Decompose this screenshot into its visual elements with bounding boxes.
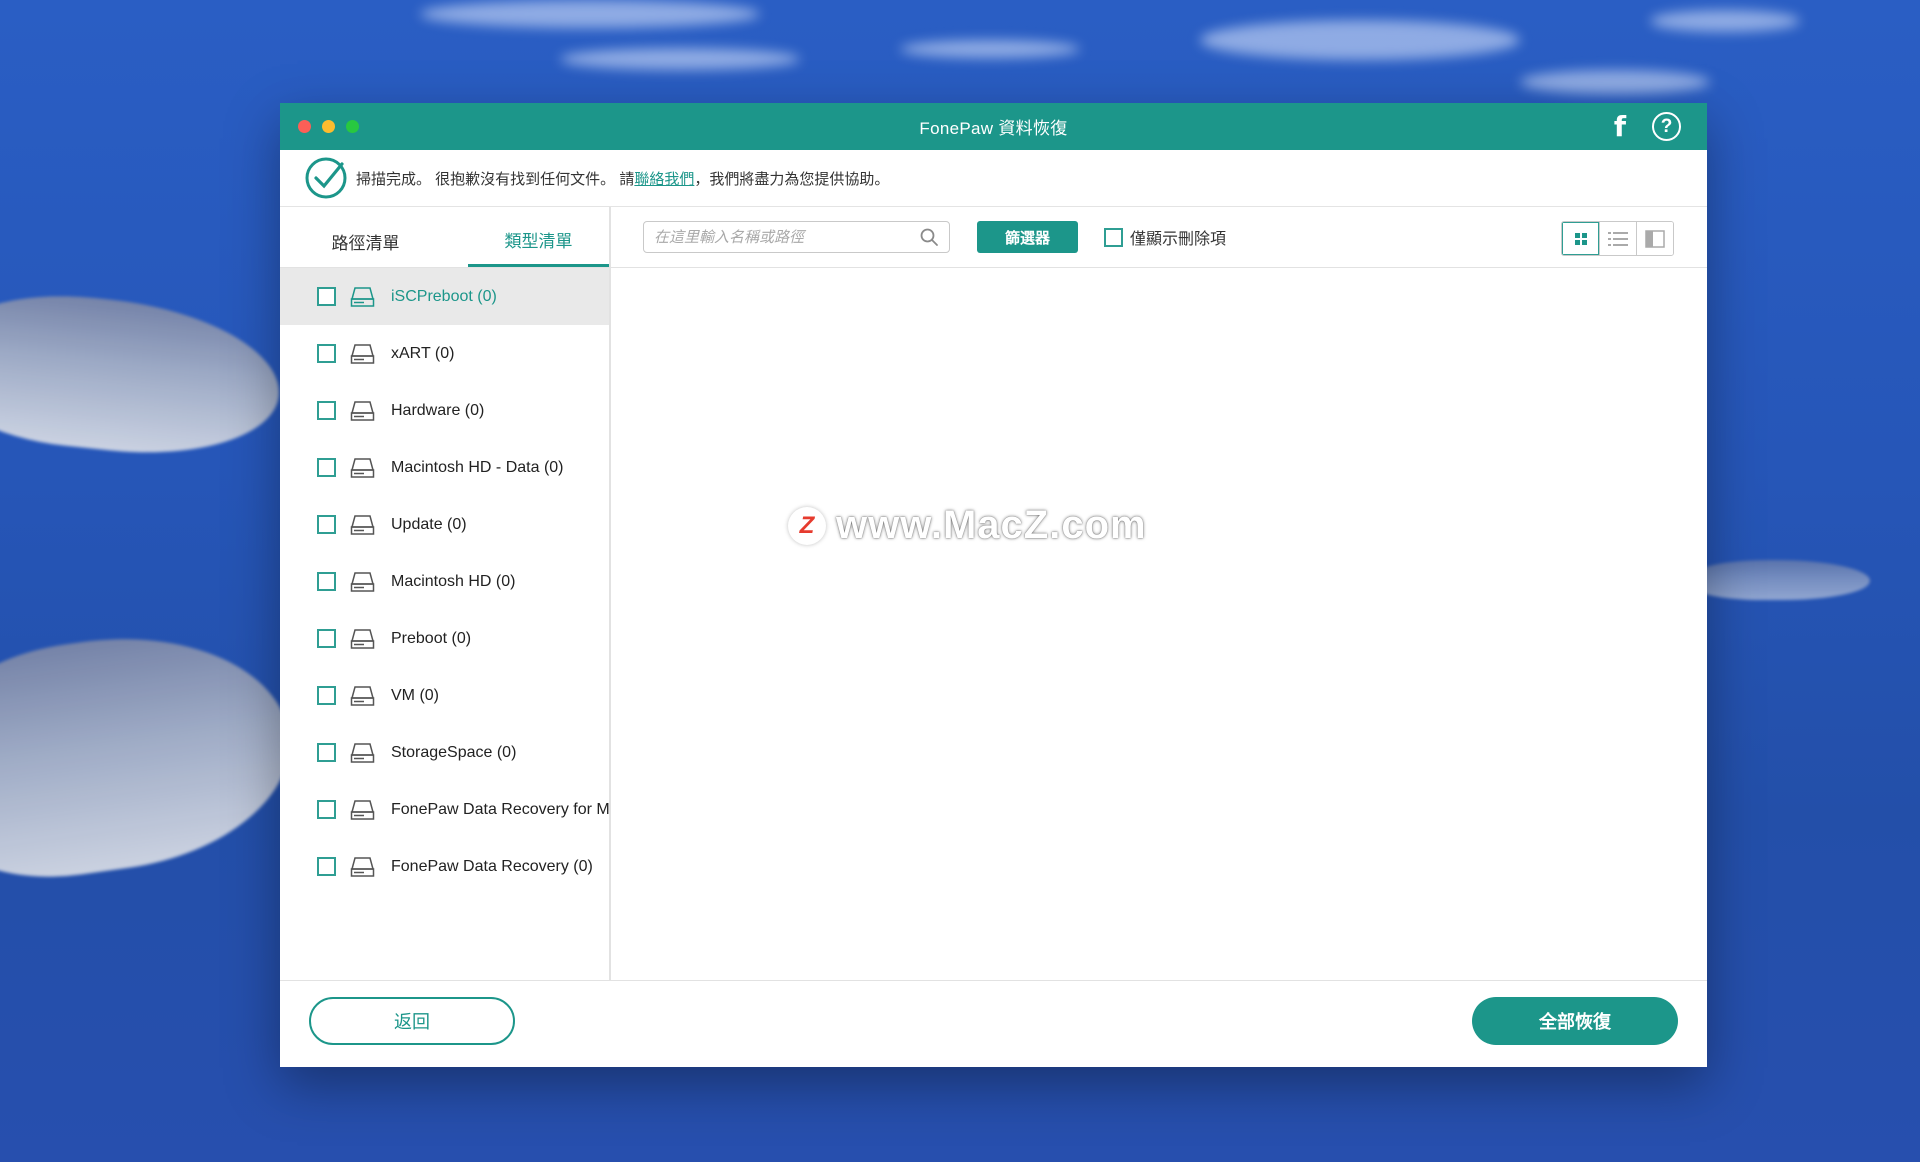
- hard-drive-icon: [350, 856, 375, 877]
- drive-label: Macintosh HD (0): [391, 572, 516, 590]
- app-window: FonePaw 資料恢復 f ? 掃描完成。 很抱歉沒有找到任何文件。 請聯絡我…: [280, 103, 1707, 1067]
- drive-checkbox[interactable]: [317, 344, 336, 363]
- drive-list-item[interactable]: FonePaw Data Recovery for M: [280, 781, 609, 838]
- search-box[interactable]: [643, 221, 950, 253]
- notice-text-after: ，我們將盡力為您提供協助。: [694, 170, 890, 188]
- detail-view-button[interactable]: [1636, 222, 1673, 255]
- drive-label: FonePaw Data Recovery for M: [391, 800, 609, 818]
- search-input[interactable]: [654, 228, 919, 246]
- grid-view-button[interactable]: [1562, 222, 1599, 255]
- drive-label: Preboot (0): [391, 629, 472, 647]
- drive-checkbox[interactable]: [317, 458, 336, 477]
- hard-drive-icon: [350, 799, 375, 820]
- drive-label: Hardware (0): [391, 401, 485, 419]
- drive-list-item[interactable]: Hardware (0): [280, 382, 609, 439]
- drive-list-item[interactable]: xART (0): [280, 325, 609, 382]
- watermark: Z www.MacZ.com: [788, 503, 1147, 548]
- title-bar: FonePaw 資料恢復 f ?: [280, 103, 1707, 150]
- only-deleted-checkbox[interactable]: [1104, 227, 1123, 247]
- watermark-text: www.MacZ.com: [836, 503, 1147, 547]
- back-button[interactable]: 返回: [309, 997, 515, 1045]
- hard-drive-icon: [350, 685, 375, 706]
- drive-list-item[interactable]: VM (0): [280, 667, 609, 724]
- drive-checkbox[interactable]: [317, 857, 336, 876]
- only-deleted-label: 僅顯示刪除項: [1130, 231, 1227, 248]
- tab-type-list[interactable]: 類型清單: [467, 207, 609, 267]
- check-circle-icon: [305, 157, 347, 199]
- minimize-window-button[interactable]: [322, 120, 335, 133]
- hard-drive-icon: [350, 343, 375, 364]
- drive-list-item[interactable]: Update (0): [280, 496, 609, 553]
- drive-label: Macintosh HD - Data (0): [391, 458, 564, 476]
- drive-label: VM (0): [391, 686, 439, 704]
- notice-text-before: 掃描完成。 很抱歉沒有找到任何文件。 請: [356, 170, 635, 188]
- grid-icon: [1574, 232, 1587, 245]
- drive-list-item[interactable]: Macintosh HD (0): [280, 553, 609, 610]
- file-preview-area: 篩選器 僅顯示刪除項: [611, 207, 1707, 980]
- search-icon[interactable]: [919, 227, 939, 247]
- drive-checkbox[interactable]: [317, 800, 336, 819]
- drive-list: iSCPreboot (0) xART (0) Hardware (0) Macint…: [280, 268, 609, 895]
- sidebar-tabs: 路徑清單 類型清單: [280, 207, 609, 268]
- drive-list-item[interactable]: Macintosh HD - Data (0): [280, 439, 609, 496]
- help-icon[interactable]: ?: [1652, 112, 1681, 141]
- facebook-icon[interactable]: f: [1608, 112, 1632, 141]
- list-view-button[interactable]: [1599, 222, 1636, 255]
- hard-drive-icon: [350, 571, 375, 592]
- hard-drive-icon: [350, 628, 375, 649]
- hard-drive-icon: [350, 514, 375, 535]
- drive-checkbox[interactable]: [317, 515, 336, 534]
- drive-label: FonePaw Data Recovery (0): [391, 857, 593, 875]
- drive-list-item[interactable]: FonePaw Data Recovery (0): [280, 838, 609, 895]
- window-controls: [298, 120, 359, 133]
- drive-checkbox[interactable]: [317, 629, 336, 648]
- detail-view-icon: [1645, 229, 1665, 248]
- drive-checkbox[interactable]: [317, 401, 336, 420]
- drive-checkbox[interactable]: [317, 287, 336, 306]
- close-window-button[interactable]: [298, 120, 311, 133]
- drive-checkbox[interactable]: [317, 686, 336, 705]
- hard-drive-icon: [350, 742, 375, 763]
- drive-label: xART (0): [391, 344, 455, 362]
- sidebar: 路徑清單 類型清單 iSCPreboot (0) xART (0) Hardware…: [280, 207, 611, 980]
- drive-list-item[interactable]: StorageSpace (0): [280, 724, 609, 781]
- hard-drive-icon: [350, 457, 375, 478]
- list-icon: [1608, 231, 1628, 246]
- drive-label: Update (0): [391, 515, 467, 533]
- maximize-window-button[interactable]: [346, 120, 359, 133]
- toolbar: 篩選器 僅顯示刪除項: [611, 207, 1707, 268]
- hard-drive-icon: [350, 286, 375, 307]
- footer: 返回 全部恢復: [280, 980, 1707, 1067]
- only-deleted-toggle[interactable]: 僅顯示刪除項: [1104, 225, 1226, 249]
- contact-us-link[interactable]: 聯絡我們: [634, 171, 694, 188]
- drive-list-item[interactable]: Preboot (0): [280, 610, 609, 667]
- recover-all-button[interactable]: 全部恢復: [1472, 997, 1678, 1045]
- window-title: FonePaw 資料恢復: [919, 119, 1068, 138]
- filter-button[interactable]: 篩選器: [977, 221, 1078, 253]
- drive-label: StorageSpace (0): [391, 743, 517, 761]
- drive-checkbox[interactable]: [317, 572, 336, 591]
- scan-notice: 掃描完成。 很抱歉沒有找到任何文件。 請聯絡我們，我們將盡力為您提供協助。: [280, 150, 1707, 207]
- drive-list-item[interactable]: iSCPreboot (0): [280, 268, 609, 325]
- drive-checkbox[interactable]: [317, 743, 336, 762]
- tab-path-list[interactable]: 路徑清單: [280, 207, 451, 267]
- drive-label: iSCPreboot (0): [391, 287, 497, 305]
- watermark-logo-icon: Z: [788, 506, 826, 545]
- hard-drive-icon: [350, 400, 375, 421]
- view-mode-switch: [1561, 221, 1674, 256]
